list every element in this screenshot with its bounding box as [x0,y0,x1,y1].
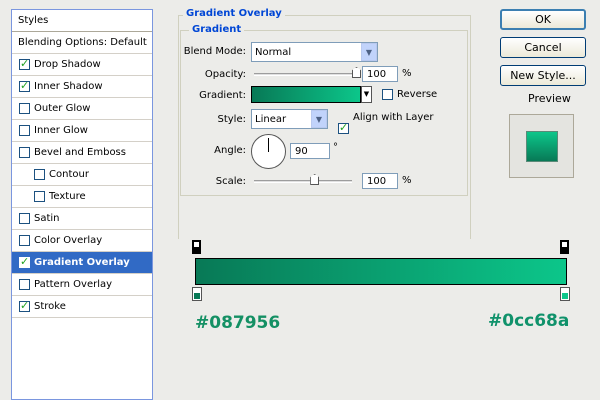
style-item[interactable]: Gradient Overlay [12,252,152,274]
style-item[interactable]: Blending Options: Default [12,32,152,54]
style-item[interactable]: Stroke [12,296,152,318]
opacity-unit: % [402,68,412,79]
style-item-checkbox[interactable] [19,57,30,70]
align-checkbox[interactable] [338,121,349,134]
scale-unit: % [402,175,412,186]
reverse-checkbox[interactable] [382,89,393,100]
chevron-down-icon[interactable]: ▼ [311,110,327,128]
style-item-checkbox[interactable] [19,103,30,114]
style-label: Style: [217,114,247,125]
blend-mode-select[interactable]: Normal ▼ [251,42,378,62]
style-item-label: Blending Options: Default [18,37,147,48]
gradient-label: Gradient: [199,90,246,101]
opacity-stop-right[interactable] [560,240,569,254]
color-stop-right[interactable] [560,287,570,301]
gradient-dropdown-icon[interactable]: ▼ [361,86,372,103]
style-item[interactable]: Color Overlay [12,230,152,252]
opacity-stop-left[interactable] [192,240,201,254]
blend-mode-label: Blend Mode: [183,46,246,57]
style-item[interactable]: Drop Shadow [12,54,152,76]
style-item-label: Outer Glow [34,103,91,114]
scale-label: Scale: [215,176,246,187]
blend-mode-value: Normal [255,46,292,58]
style-item[interactable]: Pattern Overlay [12,274,152,296]
style-item-label: Gradient Overlay [34,257,130,268]
style-item-checkbox[interactable] [34,191,45,202]
style-item-checkbox[interactable] [19,255,30,268]
angle-unit: ° [333,142,338,153]
style-select[interactable]: Linear ▼ [251,109,328,129]
style-item-checkbox[interactable] [19,279,30,290]
style-item[interactable]: Inner Shadow [12,76,152,98]
style-item-checkbox[interactable] [19,79,30,92]
style-item-label: Drop Shadow [34,59,101,70]
styles-list: Blending Options: Default Drop Shadow Inne… [12,32,152,318]
align-label: Align with Layer [353,112,434,123]
new-style-button[interactable]: New Style... [500,65,586,86]
style-item-label: Inner Glow [34,125,88,136]
style-item-checkbox[interactable] [19,125,30,136]
style-item[interactable]: Contour [12,164,152,186]
angle-dial-needle [268,138,269,152]
color-stop-right-swatch [562,293,568,299]
style-item-label: Stroke [34,301,66,312]
preview-swatch [526,131,558,162]
gradient-swatch[interactable] [251,86,361,103]
style-item-label: Inner Shadow [34,81,103,92]
gradient-bar[interactable] [195,258,567,285]
style-value: Linear [255,113,287,125]
angle-input[interactable]: 90 [290,143,330,159]
style-item[interactable]: Inner Glow [12,120,152,142]
angle-label: Angle: [214,145,246,156]
style-item-checkbox[interactable] [19,235,30,246]
group-title: Gradient Overlay [183,8,285,19]
style-item[interactable]: Satin [12,208,152,230]
cancel-button[interactable]: Cancel [500,37,586,58]
styles-panel: Styles Blending Options: Default Drop Sha… [11,9,153,400]
style-item[interactable]: Outer Glow [12,98,152,120]
scale-input[interactable]: 100 [362,173,398,189]
reverse-label: Reverse [397,89,438,100]
color-stop-left-swatch [194,293,200,299]
opacity-slider[interactable] [254,73,358,76]
style-item-checkbox[interactable] [34,169,45,180]
style-item-label: Contour [49,169,89,180]
style-item-checkbox[interactable] [19,213,30,224]
color-stop-left[interactable] [192,287,202,301]
ok-button[interactable]: OK [500,9,586,30]
subgroup-title: Gradient [189,24,245,35]
chevron-down-icon[interactable]: ▼ [361,43,377,61]
end-color-label: #0cc68a [488,311,570,331]
opacity-input[interactable]: 100 [362,66,398,82]
start-color-label: #087956 [195,313,281,333]
style-item-label: Satin [34,213,60,224]
scale-slider[interactable] [254,180,352,183]
preview-pane [509,114,574,178]
style-item-label: Color Overlay [34,235,103,246]
style-item[interactable]: Texture [12,186,152,208]
angle-dial[interactable] [251,134,286,169]
style-item-checkbox[interactable] [19,147,30,158]
preview-label: Preview [528,92,571,105]
opacity-label: Opacity: [204,69,246,80]
style-item-label: Texture [49,191,86,202]
style-item-label: Pattern Overlay [34,279,113,290]
style-item[interactable]: Bevel and Emboss [12,142,152,164]
styles-header[interactable]: Styles [12,10,152,32]
style-item-label: Bevel and Emboss [34,147,126,158]
style-item-checkbox[interactable] [19,299,30,312]
